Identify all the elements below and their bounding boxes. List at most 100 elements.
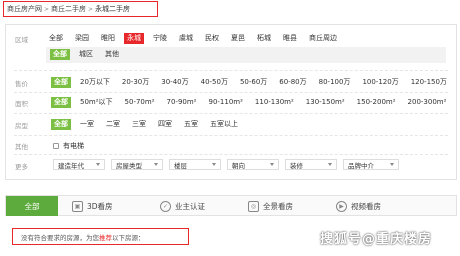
dropdown-label: 朝向 (232, 161, 245, 170)
filter-label-other: 其他 (15, 143, 28, 151)
area-option[interactable]: 110-130m² (252, 97, 297, 108)
breadcrumb-separator: > (44, 5, 50, 13)
dropdown-orientation[interactable]: 朝向 (227, 159, 279, 170)
region-option[interactable]: 夏邑 (228, 33, 248, 44)
video-icon: ▶ (336, 200, 347, 212)
layout-option[interactable]: 五室以上 (207, 119, 241, 130)
area-option[interactable]: 70-90m² (164, 97, 200, 108)
filter-panel: 区域 全部 梁园 睢阳 永城 宁陵 虞城 民权 夏邑 柘城 睢县 商丘周边 全部… (5, 24, 457, 180)
tab-panorama[interactable]: ◎ 全景看房 (248, 196, 293, 216)
breadcrumb: 商丘房产网 > 商丘二手房 > 永城二手房 (3, 1, 158, 17)
listing-tabbar: 全部 ▣ 3D看房 ✓ 业主认证 ◎ 全景看房 ▶ 视频看房 (5, 196, 457, 216)
subregion-box: 全部 城区 其他 (46, 47, 446, 63)
chevron-down-icon (154, 163, 158, 166)
chevron-down-icon (96, 163, 100, 166)
dropdown-decoration[interactable]: 装修 (285, 159, 337, 170)
dropdown-label: 房屋类型 (116, 161, 142, 170)
divider (14, 70, 448, 71)
filter-label-more: 更多 (15, 163, 28, 171)
dropdown-label: 建造年代 (58, 161, 84, 170)
area-option[interactable]: 50-70m² (122, 97, 158, 108)
divider (14, 92, 448, 93)
region-option[interactable]: 柘城 (254, 33, 274, 44)
breadcrumb-separator: > (88, 5, 94, 13)
region-option[interactable]: 民权 (202, 33, 222, 44)
tab-label: 业主认证 (175, 201, 205, 211)
price-option[interactable]: 60-80万 (276, 77, 309, 88)
panorama-icon: ◎ (248, 200, 259, 212)
notice-text: 没有符合要求的房源，为您 (21, 233, 99, 242)
region-option[interactable]: 商丘周边 (306, 33, 340, 44)
watermark: 搜狐号@重庆楼房 (320, 232, 433, 247)
area-option[interactable]: 200-300m² (405, 97, 450, 108)
breadcrumb-current: 永城二手房 (95, 5, 131, 13)
area-option-active[interactable]: 全部 (51, 97, 71, 108)
3d-view-icon: ▣ (72, 200, 83, 212)
area-option[interactable]: 130-150m² (303, 97, 348, 108)
chevron-down-icon (328, 163, 332, 166)
tab-label: 视频看房 (351, 201, 381, 211)
region-option[interactable]: 睢阳 (98, 33, 118, 44)
elevator-checkbox-label: 有电梯 (63, 142, 84, 150)
breadcrumb-link-shangqiu-secondhand[interactable]: 商丘二手房 (51, 4, 86, 14)
chevron-down-icon (212, 163, 216, 166)
tab-owner-verified[interactable]: ✓ 业主认证 (160, 196, 205, 216)
dropdown-label: 装修 (290, 161, 303, 170)
price-option[interactable]: 120-150万 (408, 77, 450, 88)
divider (14, 154, 448, 155)
elevator-checkbox[interactable] (53, 143, 59, 149)
layout-option[interactable]: 五室 (181, 119, 201, 130)
subregion-option[interactable]: 其他 (102, 49, 122, 60)
area-option[interactable]: 90-110m² (205, 97, 245, 108)
dropdown-build-year[interactable]: 建造年代 (53, 159, 105, 170)
subregion-option-active[interactable]: 全部 (50, 49, 70, 60)
tab-label: 全景看房 (263, 201, 293, 211)
layout-option[interactable]: 二室 (103, 119, 123, 130)
region-option-active[interactable]: 永城 (124, 33, 144, 44)
dropdown-label: 品牌中介 (348, 161, 374, 170)
area-option[interactable]: 150-200m² (354, 97, 399, 108)
notice-highlight: 推荐 (99, 233, 112, 242)
chevron-down-icon (390, 163, 394, 166)
filter-label-region: 区域 (15, 36, 28, 44)
price-option-active[interactable]: 全部 (51, 77, 71, 88)
tab-label: 3D看房 (87, 201, 113, 211)
dropdown-floor[interactable]: 楼层 (169, 159, 221, 170)
tab-label: 全部 (24, 201, 40, 211)
no-results-notice: 没有符合要求的房源，为您 推荐 以下房源： (12, 228, 189, 245)
filter-label-layout: 房型 (15, 122, 28, 130)
region-option[interactable]: 睢县 (280, 33, 300, 44)
region-option[interactable]: 宁陵 (150, 33, 170, 44)
divider (14, 135, 448, 136)
price-option[interactable]: 100-120万 (359, 77, 401, 88)
price-option[interactable]: 50-60万 (237, 77, 270, 88)
layout-option[interactable]: 四室 (155, 119, 175, 130)
verified-icon: ✓ (160, 200, 171, 212)
filter-label-area: 面积 (15, 100, 28, 108)
tab-all[interactable]: 全部 (6, 196, 58, 216)
subregion-option[interactable]: 城区 (76, 49, 96, 60)
price-option[interactable]: 30-40万 (158, 77, 191, 88)
region-option[interactable]: 全部 (46, 33, 66, 44)
region-option[interactable]: 虞城 (176, 33, 196, 44)
dropdown-agency[interactable]: 品牌中介 (343, 159, 399, 170)
filter-label-price: 售价 (15, 80, 28, 88)
layout-option[interactable]: 三室 (129, 119, 149, 130)
price-option[interactable]: 20-30万 (119, 77, 152, 88)
price-option[interactable]: 80-100万 (316, 77, 354, 88)
tab-video[interactable]: ▶ 视频看房 (336, 196, 381, 216)
area-option[interactable]: 50m²以下 (77, 97, 116, 108)
notice-text-end: 以下房源： (112, 233, 145, 242)
layout-option-active[interactable]: 全部 (51, 119, 71, 130)
layout-option[interactable]: 一室 (77, 119, 97, 130)
elevator-checkbox-wrap[interactable]: 有电梯 (53, 141, 84, 151)
chevron-down-icon (270, 163, 274, 166)
tab-3d-view[interactable]: ▣ 3D看房 (72, 196, 113, 216)
price-option[interactable]: 20万以下 (77, 77, 113, 88)
breadcrumb-link-shangqiu-housing[interactable]: 商丘房产网 (7, 4, 42, 14)
dropdown-label: 楼层 (174, 161, 187, 170)
region-option[interactable]: 梁园 (72, 33, 92, 44)
price-option[interactable]: 40-50万 (198, 77, 231, 88)
divider (14, 113, 448, 114)
dropdown-house-type[interactable]: 房屋类型 (111, 159, 163, 170)
